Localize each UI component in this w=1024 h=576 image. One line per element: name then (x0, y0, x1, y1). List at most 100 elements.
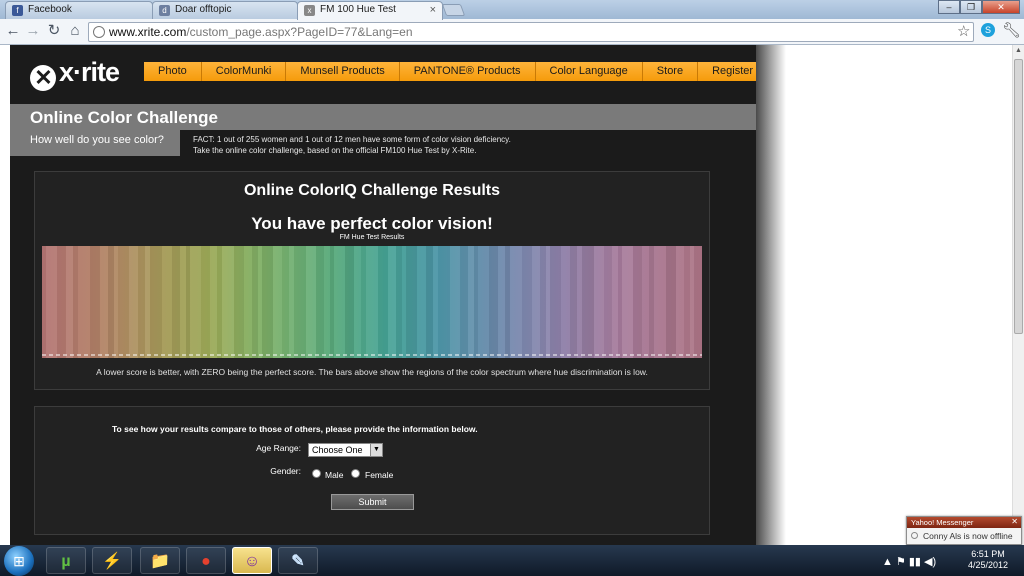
reload-icon[interactable]: ↻ (45, 22, 63, 40)
spectrum-stripe (570, 246, 577, 358)
utorrent-icon[interactable]: µ (46, 547, 86, 574)
winamp-icon[interactable]: ⚡ (92, 547, 132, 574)
spectrum-stripe (118, 246, 129, 358)
age-range-select[interactable]: Choose One ▼ (308, 443, 383, 457)
results-heading: Online ColorIQ Challenge Results (243, 182, 501, 199)
spectrum-stripe (262, 246, 273, 358)
spectrum-stripe (489, 246, 498, 358)
tab-fm100-hue-test[interactable]: x FM 100 Hue Test × (297, 1, 443, 20)
menu-item-munsell-products[interactable]: Munsell Products (286, 62, 400, 81)
spectrum-stripe (378, 246, 388, 358)
spectrum-stripe (66, 246, 73, 358)
home-icon[interactable]: ⌂ (66, 22, 84, 40)
yahoo-messenger-icon[interactable]: ☺ (232, 547, 272, 574)
new-tab-button[interactable] (441, 4, 466, 16)
chrome-icon[interactable]: ● (186, 547, 226, 574)
file-explorer-icon[interactable]: 📁 (140, 547, 180, 574)
gender-male-label: Male (325, 470, 344, 480)
spectrum-stripe (594, 246, 604, 358)
spectrum-stripe (522, 246, 532, 358)
xrite-x-icon: ✕ (30, 65, 56, 91)
tab-doar-offtopic[interactable]: d Doar offtopic (152, 1, 298, 19)
skype-extension-icon[interactable]: S (981, 23, 995, 37)
spectrum-stripe (222, 246, 234, 358)
tab-facebook[interactable]: f Facebook (5, 1, 153, 19)
close-window-button[interactable]: ✕ (982, 0, 1020, 14)
spectrum-stripe (258, 246, 262, 358)
submit-button[interactable]: Submit (331, 494, 414, 510)
paint-icon[interactable]: ✎ (278, 547, 318, 574)
close-notification-icon[interactable]: ✕ (1011, 517, 1018, 526)
spectrum-stripe (366, 246, 378, 358)
status-icon (911, 532, 918, 539)
spectrum-stripe (273, 246, 282, 358)
gender-male-radio[interactable] (312, 469, 321, 478)
fact-text: FACT: 1 out of 255 women and 1 out of 12… (193, 135, 511, 155)
menu-item-color-language[interactable]: Color Language (536, 62, 643, 81)
spectrum-stripe (73, 246, 78, 358)
spectrum-stripe (42, 246, 46, 358)
gender-female-radio[interactable] (351, 469, 360, 478)
taskbar-clock[interactable]: 6:51 PM 4/25/2012 (960, 549, 1016, 571)
spectrum-stripe (694, 246, 702, 358)
start-button[interactable]: ⊞ (4, 546, 34, 576)
chevron-down-icon: ▼ (370, 444, 382, 456)
minimize-button[interactable]: – (938, 0, 960, 14)
spectrum-stripe (78, 246, 90, 358)
close-tab-icon[interactable]: × (430, 2, 436, 18)
spectrum-stripe (289, 246, 294, 358)
spectrum-stripe (234, 246, 244, 358)
spectrum-stripe (282, 246, 289, 358)
menu-item-colormunki[interactable]: ColorMunki (202, 62, 287, 81)
spectrum-stripe (402, 246, 406, 358)
spectrum-stripe (361, 246, 366, 358)
spectrum-stripe (478, 246, 489, 358)
back-arrow-icon[interactable]: ← (4, 22, 22, 40)
scroll-up-icon[interactable]: ▲ (1013, 45, 1024, 57)
spectrum-stripe (210, 246, 217, 358)
age-range-label: Age Range: (256, 443, 301, 453)
site-favicon-icon: d (159, 5, 170, 16)
forward-arrow-icon[interactable]: → (24, 22, 42, 40)
spectrum-stripe (642, 246, 649, 358)
spectrum-stripe (46, 246, 57, 358)
vertical-scrollbar[interactable]: ▲ (1012, 45, 1024, 545)
gender-female-label: Female (365, 470, 394, 480)
page-viewport: ✕ x·rite Photo ColorMunki Munsell Product… (0, 45, 1012, 545)
menu-item-photo[interactable]: Photo (144, 62, 202, 81)
results-panel: Online ColorIQ Challenge Results You hav… (34, 171, 710, 390)
url-domain: www.xrite.com (109, 25, 187, 39)
spectrum-stripe (330, 246, 334, 358)
main-menu: Photo ColorMunki Munsell Products PANTON… (144, 62, 756, 81)
results-note: A lower score is better, with ZERO being… (96, 367, 648, 377)
spectrum-stripe (460, 246, 468, 358)
spectrum-stripe (90, 246, 100, 358)
scroll-thumb[interactable] (1014, 59, 1023, 334)
spectrum-stripe (690, 246, 694, 358)
spectrum-stripe (406, 246, 417, 358)
xrite-logo[interactable]: ✕ x·rite (30, 57, 120, 91)
wrench-menu-icon[interactable]: 🔧︎ (1002, 21, 1021, 39)
spectrum-stripe (150, 246, 162, 358)
address-bar[interactable]: www.xrite.com/custom_page.aspx?PageID=77… (88, 22, 974, 42)
page-title: Online Color Challenge (30, 108, 218, 127)
spectrum-stripe (334, 246, 345, 358)
tab-label: Doar offtopic (175, 4, 232, 15)
spectrum-stripe (426, 246, 433, 358)
spectrum-stripe (306, 246, 316, 358)
spectrum-stripe (604, 246, 612, 358)
spectrum-stripe (129, 246, 138, 358)
browser-titlebar: f Facebook d Doar offtopic x FM 100 Hue … (0, 0, 1024, 20)
maximize-button[interactable]: ❐ (960, 0, 982, 14)
globe-icon (93, 26, 105, 38)
menu-item-pantone-products[interactable]: PANTONE® Products (400, 62, 536, 81)
spectrum-stripe (108, 246, 114, 358)
spectrum-stripe (498, 246, 505, 358)
spectrum-stripe (654, 246, 666, 358)
yahoo-notification[interactable]: Yahoo! Messenger ✕ Conny Als is now offl… (906, 516, 1022, 545)
system-tray-icons[interactable]: ▲ ⚑ ▮▮ ◀) (882, 555, 936, 568)
menu-item-store[interactable]: Store (643, 62, 699, 81)
bookmark-star-icon[interactable]: ☆ (957, 22, 970, 40)
spectrum-stripe (633, 246, 642, 358)
spectrum-stripe (217, 246, 222, 358)
